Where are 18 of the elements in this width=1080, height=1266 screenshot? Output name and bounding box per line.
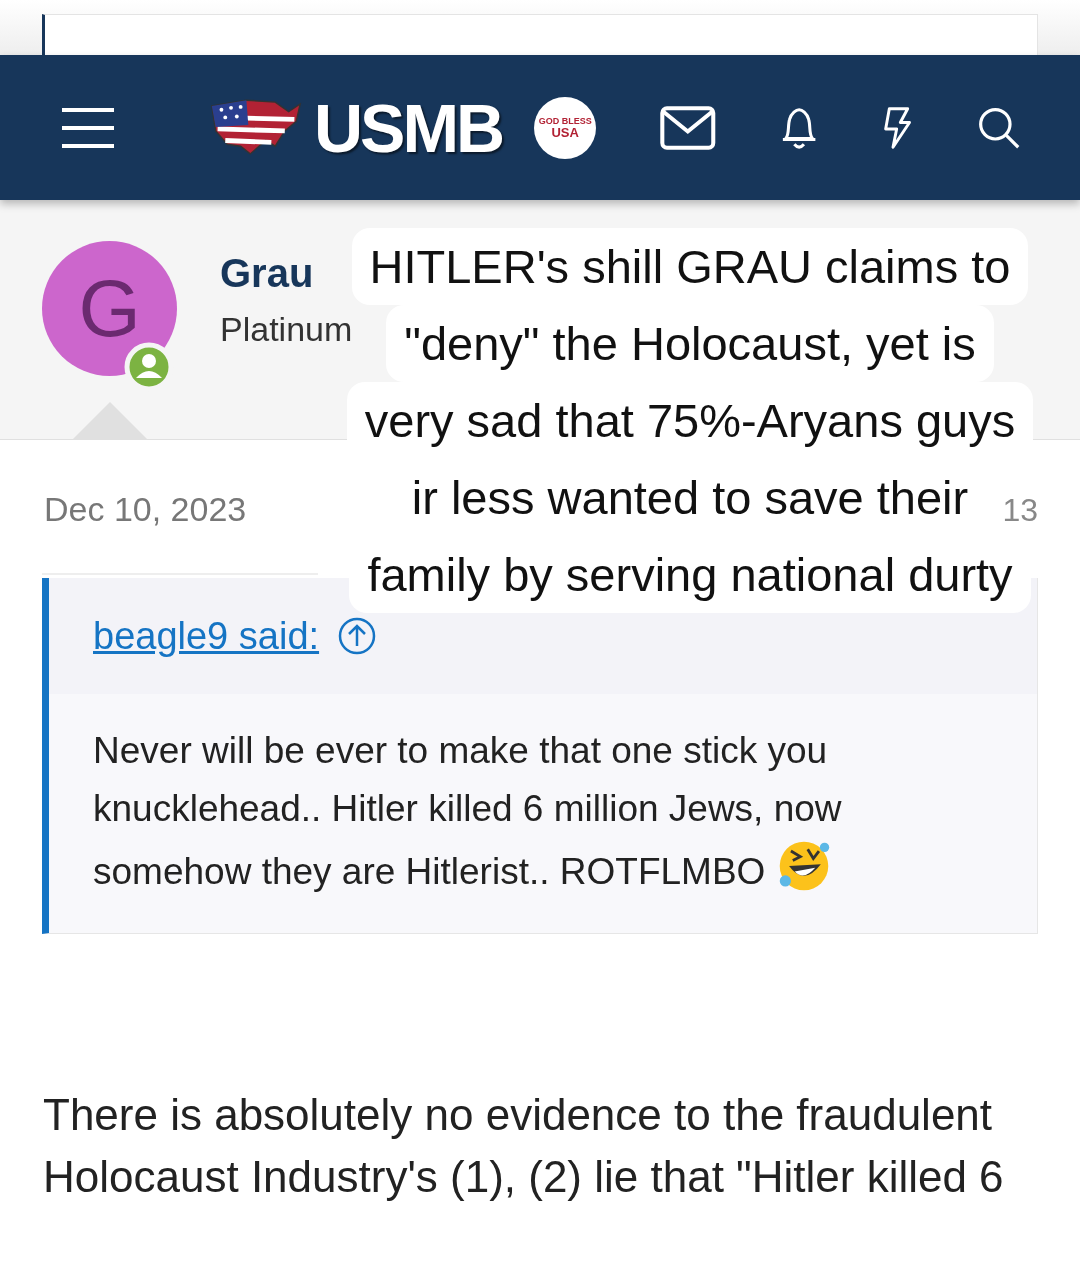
badge-text: USA xyxy=(551,125,579,139)
post-date[interactable]: Dec 10, 2023 xyxy=(44,490,247,529)
quote-author-link[interactable]: beagle9 said: xyxy=(93,614,320,658)
menu-icon[interactable] xyxy=(60,105,116,150)
quote-text: Never will be ever to make that one stick you knucklehead.. Hitler killed 6 million Jews, now somehow they are Hitlerist.. ROTFLMBO xyxy=(93,730,842,892)
mail-icon[interactable] xyxy=(660,105,716,150)
logo-text[interactable]: USMB xyxy=(314,88,503,167)
post-text: Holocaust Industry's (1), (2) lie that "Hitler killed 6 xyxy=(43,1151,1005,1203)
caption-text: "deny" the Holocaust, yet is xyxy=(386,305,994,382)
user-title: Platinum xyxy=(220,310,353,349)
post-number[interactable]: 13 xyxy=(1002,492,1038,529)
lightning-icon[interactable] xyxy=(882,105,914,150)
badge-text: GOD BLESS xyxy=(538,116,592,126)
caption-text: HITLER's shill GRAU claims to xyxy=(351,228,1029,305)
search-icon[interactable] xyxy=(977,105,1022,150)
post-text: There is absolutely no evidence to the fraudulent xyxy=(43,1089,994,1141)
username-link[interactable]: Grau xyxy=(220,251,353,296)
avatar[interactable]: G xyxy=(42,241,177,376)
